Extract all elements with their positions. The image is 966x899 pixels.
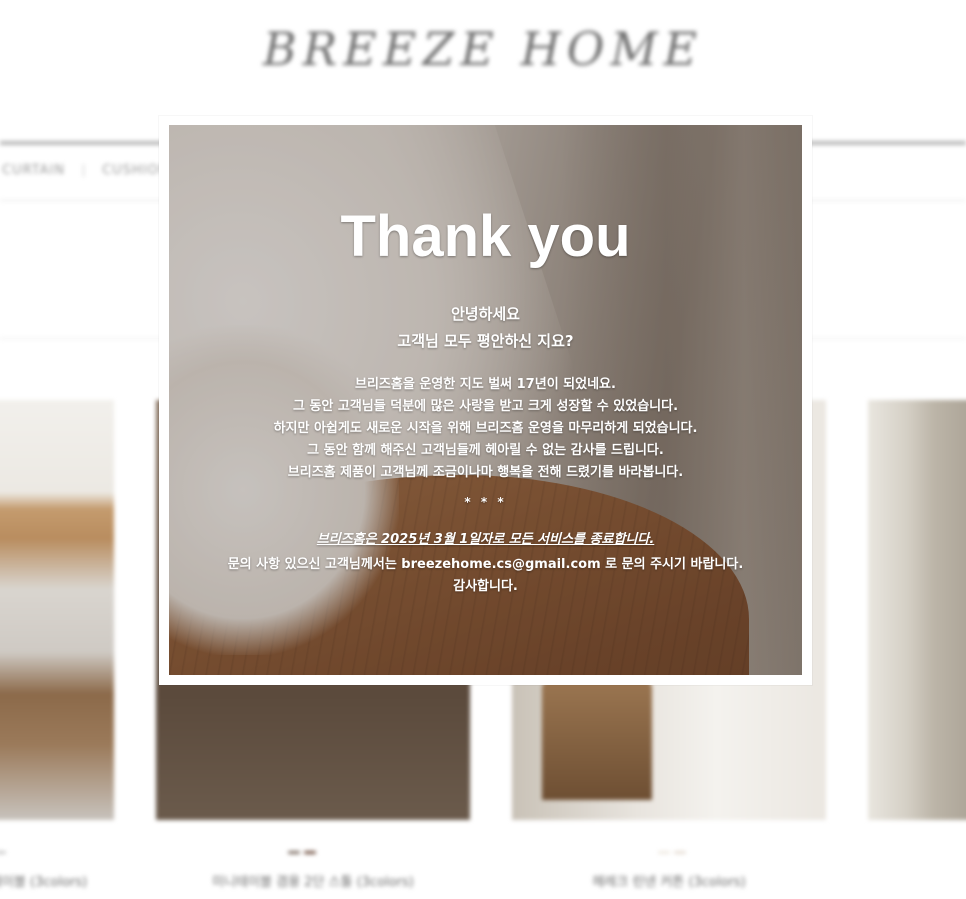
message-line: 그 동안 고객님들 덕분에 많은 사랑을 받고 크게 성장할 수 있었습니다.: [292, 399, 679, 414]
service-end-notice: 브리즈홈은 2025년 3월 1일자로 모든 서비스를 종료합니다.: [316, 532, 655, 547]
color-swatches: [656, 839, 688, 854]
swatch[interactable]: [304, 851, 316, 854]
popup-title: Thank you: [340, 204, 631, 269]
closing-notice-popup: Thank you 안녕하세요 고객님 모두 평안하신 지요? 브리즈홈을 운영…: [159, 116, 812, 685]
thanks-line: 감사합니다.: [453, 579, 518, 594]
swatch[interactable]: [674, 851, 686, 854]
product-name[interactable]: 테이블 (3colors): [0, 871, 87, 890]
category-nav: CURTAIN CUSHION: [2, 163, 169, 178]
product-card[interactable]: [868, 400, 966, 820]
message-line: 하지만 아쉽게도 새로운 시작을 위해 브리즈홈 운영을 마무리하게 되었습니다…: [273, 421, 698, 436]
product-image[interactable]: [868, 400, 966, 820]
color-swatches: [0, 839, 8, 854]
site-logo[interactable]: BREEZE HOME: [0, 22, 966, 76]
product-name[interactable]: 미니테이블 겸용 2단 스툴 (3colors): [156, 871, 470, 890]
product-name[interactable]: 헤레크 린넨 커튼 (3colors): [512, 871, 826, 890]
swatch[interactable]: [0, 851, 6, 854]
chair-shape: [542, 680, 652, 800]
contact-line: 문의 사항 있으신 고객님께서는 breezehome.cs@gmail.com…: [227, 557, 744, 572]
swatch[interactable]: [288, 851, 300, 854]
message-line: 그 동안 함께 해주신 고객님들께 헤아릴 수 없는 감사를 드립니다.: [307, 443, 664, 458]
nav-item-curtain[interactable]: CURTAIN: [2, 163, 65, 178]
swatch[interactable]: [658, 851, 670, 854]
greeting-line: 안녕하세요: [450, 305, 520, 323]
message-line: 브리즈홈 제품이 고객님께 조금이나마 행복을 전해 드렸기를 바라봅니다.: [287, 465, 684, 480]
nav-separator: [83, 164, 85, 177]
greeting-line: 고객님 모두 평안하신 지요?: [397, 332, 574, 350]
product-image[interactable]: [0, 400, 114, 820]
message-line: 브리즈홈을 운영한 지도 벌써 17년이 되었네요.: [355, 377, 616, 392]
color-swatches: [286, 839, 318, 854]
separator: * * *: [464, 495, 507, 509]
popup-content: Thank you 안녕하세요 고객님 모두 평안하신 지요? 브리즈홈을 운영…: [169, 125, 802, 675]
product-card[interactable]: [0, 400, 114, 820]
